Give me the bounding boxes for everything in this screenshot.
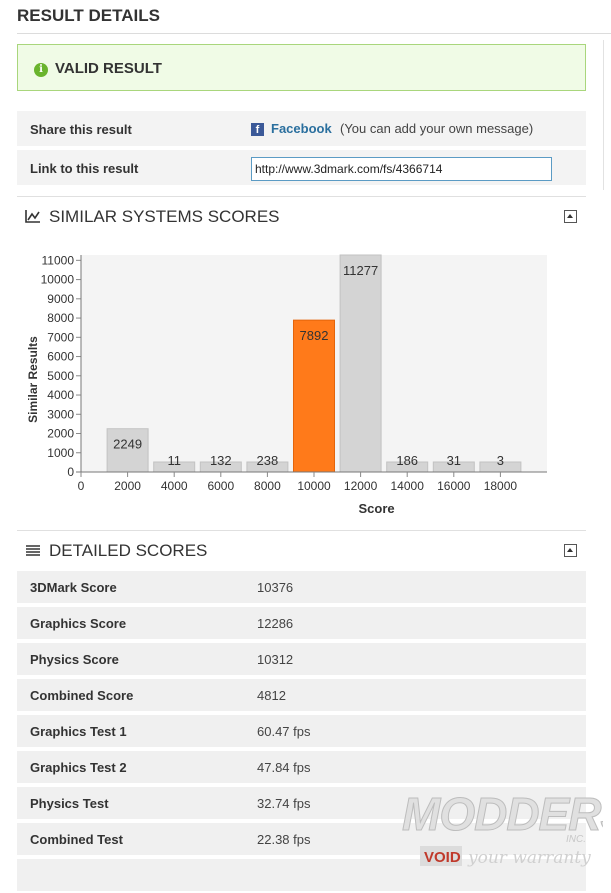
score-row: Graphics Test 1 60.47 fps: [17, 715, 586, 749]
page-title: RESULT DETAILS: [17, 6, 160, 25]
y-tick-label: 3000: [47, 407, 74, 421]
collapse-similar-button[interactable]: [564, 210, 577, 223]
watermark-text: MODDERS: [402, 788, 603, 840]
watermark-void: VOID: [424, 849, 461, 866]
bar-value-label: 11: [167, 453, 181, 468]
score-label: Combined Test: [30, 832, 123, 847]
share-label: Share this result: [30, 122, 132, 137]
detailed-scores-title: DETAILED SCORES: [49, 541, 208, 560]
score-value: 12286: [257, 616, 294, 631]
line-chart-icon: [25, 210, 40, 223]
watermark-logo: MODDERS INC. VOID your warranty: [402, 788, 604, 869]
x-tick-label: 2000: [114, 479, 141, 493]
bar-value-label: 238: [257, 453, 279, 468]
score-label: 3DMark Score: [30, 580, 117, 595]
x-tick-label: 16000: [437, 479, 471, 493]
title-divider: [17, 33, 611, 34]
y-tick-label: 7000: [47, 330, 74, 344]
x-tick-label: 8000: [254, 479, 281, 493]
panel-edge: [603, 40, 604, 190]
bar-value-label: 186: [396, 453, 418, 468]
share-row: Share this result f Facebook (You can ad…: [17, 111, 586, 148]
collapse-detailed-button[interactable]: [564, 544, 577, 557]
y-tick-label: 9000: [47, 292, 74, 306]
score-label: Physics Score: [30, 652, 119, 667]
score-value: 47.84 fps: [257, 760, 311, 775]
valid-result-banner: i VALID RESULT: [17, 44, 586, 91]
similar-scores-chart: 2249 11 132 238 7892 11277 186 31 3 0 1000 2000 300…: [17, 235, 586, 525]
x-tick-label: 10000: [297, 479, 331, 493]
score-label: Graphics Test 1: [30, 724, 127, 739]
x-tick-label: 4000: [161, 479, 188, 493]
x-tick-label: 0: [78, 479, 85, 493]
y-tick-label: 5000: [47, 369, 74, 383]
score-row: Graphics Test 2 47.84 fps: [17, 751, 586, 785]
x-axis-title: Score: [359, 501, 395, 516]
score-value: 32.74 fps: [257, 796, 311, 811]
score-value: 60.47 fps: [257, 724, 311, 739]
bar-value-label: 2249: [113, 437, 142, 452]
score-label: Physics Test: [30, 796, 109, 811]
x-tick-label: 12000: [344, 479, 378, 493]
bar-value-label: 132: [210, 453, 232, 468]
similar-scores-header[interactable]: SIMILAR SYSTEMS SCORES: [17, 196, 586, 236]
y-tick-label: 6000: [47, 350, 74, 364]
facebook-note: (You can add your own message): [340, 121, 534, 136]
link-label: Link to this result: [30, 161, 139, 176]
score-value: 22.38 fps: [257, 832, 311, 847]
y-tick-label: 4000: [47, 388, 74, 402]
score-value: 10312: [257, 652, 294, 667]
chart-bar: [339, 254, 382, 473]
y-tick-label: 0: [67, 465, 74, 479]
valid-result-label: VALID RESULT: [55, 60, 162, 77]
watermark-inc: INC.: [566, 834, 586, 845]
score-value: 10376: [257, 580, 294, 595]
bar-value-label: 31: [447, 453, 461, 468]
info-icon: i: [34, 63, 48, 77]
list-icon: [26, 545, 40, 556]
y-tick-label: 1000: [47, 446, 74, 460]
score-label: Combined Score: [30, 688, 134, 703]
score-label: Graphics Test 2: [30, 760, 127, 775]
bar-value-label: 3: [497, 453, 504, 468]
score-value: 4812: [257, 688, 286, 703]
result-url-field[interactable]: [251, 157, 552, 181]
y-tick-label: 8000: [47, 311, 74, 325]
y-axis-title: Similar Results: [26, 336, 40, 423]
watermark-tagline: your warranty: [467, 848, 591, 868]
bar-value-label: 7892: [300, 328, 329, 343]
detailed-scores-header[interactable]: DETAILED SCORES: [17, 530, 586, 570]
bar-value-label: 11277: [343, 263, 378, 278]
y-tick-label: 10000: [41, 273, 75, 287]
chart-svg: 2249 11 132 238 7892 11277 186 31 3 0 1000 2000 300…: [26, 253, 547, 516]
x-tick-label: 6000: [207, 479, 234, 493]
y-tick-label: 11000: [42, 253, 75, 267]
y-tick-label: 2000: [47, 427, 74, 441]
score-row: Physics Score 10312: [17, 643, 586, 677]
x-tick-label: 18000: [484, 479, 518, 493]
score-label: Graphics Score: [30, 616, 127, 631]
link-row: Link to this result: [17, 150, 586, 187]
score-row: 3DMark Score 10376: [17, 571, 586, 605]
facebook-icon[interactable]: f: [251, 123, 264, 136]
score-row: Graphics Score 12286: [17, 607, 586, 641]
score-row: Combined Score 4812: [17, 679, 586, 713]
x-tick-label: 14000: [391, 479, 425, 493]
similar-scores-title: SIMILAR SYSTEMS SCORES: [49, 207, 280, 226]
facebook-link[interactable]: Facebook: [271, 121, 332, 136]
